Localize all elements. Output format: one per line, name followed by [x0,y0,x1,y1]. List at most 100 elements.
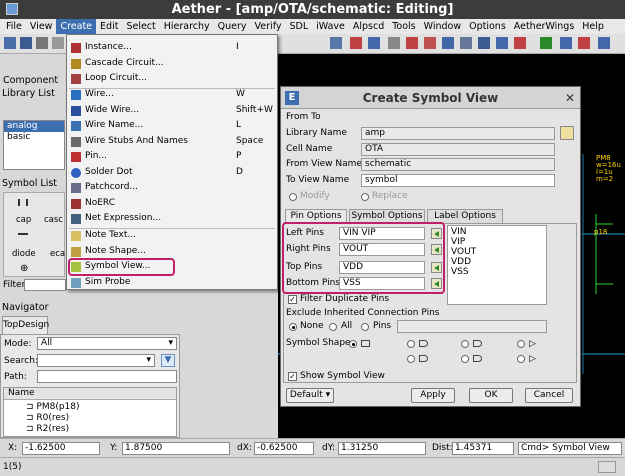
filter-duplicate-checkbox[interactable]: ✓ [288,295,297,304]
library-name-field[interactable]: amp [361,127,555,140]
stretch-icon[interactable] [460,37,472,49]
library-list[interactable]: analog basic [3,120,65,170]
rotate-icon[interactable] [496,37,508,49]
shape-option-radio[interactable] [461,340,469,348]
menu-item-wide-wire[interactable]: Wide Wire... Shift+W [67,103,277,119]
close-icon[interactable]: ✕ [565,87,575,109]
cancel-button[interactable]: Cancel [525,388,573,403]
menu-item-instance[interactable]: Instance... I [67,40,277,56]
check-icon[interactable] [540,37,552,49]
menu-alpscd[interactable]: Alpscd [349,19,388,34]
zoom-out-icon[interactable] [578,37,590,49]
shape-option-radio[interactable] [407,340,415,348]
tab-pin-options[interactable]: Pin Options [285,209,347,223]
menu-item-net-expression[interactable]: Net Expression... [67,211,277,227]
filter-input[interactable] [24,279,66,291]
table-row[interactable]: ⊐ R2(res) [26,424,69,435]
symbol-label[interactable]: diode [12,249,36,259]
paste-icon[interactable] [388,37,400,49]
list-item[interactable]: VIN [451,227,543,237]
tab-label-options[interactable]: Label Options [427,209,503,223]
menu-item-sim-probe[interactable]: Sim Probe [67,275,277,291]
menu-create[interactable]: Create [56,19,97,34]
exclude-all-radio[interactable] [329,323,337,331]
print-icon[interactable] [36,37,48,49]
menu-aetherwings[interactable]: AetherWings [510,19,579,34]
library-item[interactable]: basic [4,132,64,143]
menu-item-cascade-circuit[interactable]: Cascade Circuit... [67,56,277,72]
modify-radio[interactable] [289,193,297,201]
menu-query[interactable]: Query [214,19,251,34]
move-icon[interactable] [478,37,490,49]
exclude-pins-radio[interactable] [361,323,369,331]
exclude-none-radio[interactable] [289,323,297,331]
copy-icon[interactable] [368,37,380,49]
shape-option-radio[interactable] [517,340,525,348]
to-view-field[interactable]: symbol [361,174,555,187]
save-icon[interactable] [20,37,32,49]
menu-item-solder-dot[interactable]: Solder Dot D [67,165,277,181]
browse-icon[interactable] [560,126,574,140]
symbol-label[interactable]: cap [16,215,31,225]
fit-icon[interactable] [598,37,610,49]
shape-rect-radio[interactable] [349,340,357,348]
cut-icon[interactable] [350,37,362,49]
menu-tools[interactable]: Tools [388,19,419,34]
redo-icon[interactable] [442,37,454,49]
symbol-list[interactable]: cap casc diode eca ⊕ [3,192,65,277]
mirror-icon[interactable] [514,37,526,49]
menu-help[interactable]: Help [578,19,608,34]
list-item[interactable]: VOUT [451,247,543,257]
shape-option-radio[interactable] [407,355,415,363]
tab-symbol-options[interactable]: Symbol Options [349,209,425,223]
tab-topdesign[interactable]: TopDesign [2,316,49,334]
menu-item-loop-circuit[interactable]: Loop Circuit... [67,71,277,87]
tool-icon[interactable] [52,37,64,49]
menu-item-noerc[interactable]: NoERC [67,196,277,212]
path-input[interactable] [37,370,177,383]
list-item[interactable]: VSS [451,267,543,277]
menu-item-note-shape[interactable]: Note Shape... [67,244,277,260]
apply-button[interactable]: Apply [411,388,455,403]
new-icon[interactable] [4,37,16,49]
table-row[interactable]: ⊐ PM8(p18) [26,402,80,413]
menu-file[interactable]: File [2,19,26,34]
exclude-pins-field[interactable] [397,320,547,333]
menu-item-patchcord[interactable]: Patchcord... [67,180,277,196]
cell-name-field[interactable]: OTA [361,143,555,156]
shape-option-radio[interactable] [461,355,469,363]
zoom-icon[interactable] [330,37,342,49]
replace-radio[interactable] [361,193,369,201]
table-row[interactable]: ⊐ R0(res) [26,413,69,424]
menu-verify[interactable]: Verify [251,19,286,34]
menu-item-pin[interactable]: Pin... P [67,149,277,165]
filter-icon[interactable]: ▼ [161,354,175,367]
list-item[interactable]: VIP [451,237,543,247]
pin-list[interactable]: VIN VIP VOUT VDD VSS [447,225,547,305]
menu-edit[interactable]: Edit [96,19,122,34]
library-item[interactable]: analog [4,121,64,132]
menu-options[interactable]: Options [465,19,510,34]
list-item[interactable]: VDD [451,257,543,267]
menu-item-wire-name[interactable]: Wire Name... L [67,118,277,134]
menu-select[interactable]: Select [122,19,159,34]
menu-hierarchy[interactable]: Hierarchy [160,19,214,34]
menu-iwave[interactable]: iWave [312,19,349,34]
menu-item-wire[interactable]: Wire... W [67,87,277,103]
command-field[interactable]: Cmd> Symbol View [518,442,622,455]
symbol-label[interactable]: eca [50,249,65,259]
search-input[interactable]: ▾ [37,354,155,367]
symbol-label[interactable]: casc [44,215,63,225]
undo-icon[interactable] [424,37,436,49]
menu-window[interactable]: Window [420,19,465,34]
zoom-in-icon[interactable] [560,37,572,49]
show-symbol-checkbox[interactable]: ✓ [288,372,297,381]
menu-item-wire-stubs[interactable]: Wire Stubs And Names Space [67,134,277,150]
menu-sdl[interactable]: SDL [286,19,313,34]
menu-view[interactable]: View [26,19,57,34]
default-button[interactable]: Default ▾ [286,388,334,403]
mode-select[interactable]: All ▾ [37,337,177,350]
from-view-field[interactable]: schematic [361,158,555,171]
shape-option-radio[interactable] [517,355,525,363]
ok-button[interactable]: OK [469,388,513,403]
